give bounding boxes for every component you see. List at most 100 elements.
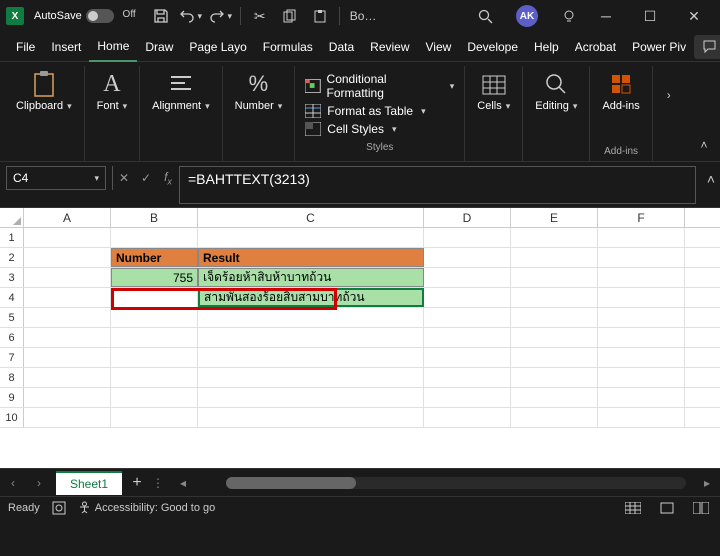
cell[interactable] [24,368,111,387]
cell[interactable] [24,248,111,267]
tab-formulas[interactable]: Formulas [255,32,321,62]
page-break-view-button[interactable] [690,499,712,517]
cell[interactable] [24,308,111,327]
cell[interactable]: Result [198,248,424,267]
tab-home[interactable]: Home [89,32,137,62]
cell[interactable] [24,388,111,407]
redo-icon[interactable]: ▾ [208,2,234,30]
sheet-prev-button[interactable]: ‹ [0,469,26,497]
row-header[interactable]: 4 [0,288,24,307]
row-header[interactable]: 8 [0,368,24,387]
cell[interactable] [511,368,598,387]
col-header-E[interactable]: E [511,208,598,227]
number-button[interactable]: % Number▾ [229,68,289,114]
cell[interactable] [598,368,685,387]
cells-button[interactable]: Cells▾ [471,68,516,114]
cell[interactable] [598,228,685,247]
maximize-button[interactable]: ☐ [630,2,670,30]
row-header[interactable]: 7 [0,348,24,367]
cell[interactable] [598,268,685,287]
cell[interactable] [511,228,598,247]
cell[interactable] [511,308,598,327]
insert-function-button[interactable]: fx [157,166,179,190]
row-header[interactable]: 9 [0,388,24,407]
cell[interactable] [598,328,685,347]
cell[interactable] [424,268,511,287]
cell[interactable] [198,408,424,427]
close-button[interactable]: ✕ [674,2,714,30]
accessibility-status[interactable]: Accessibility: Good to go [78,501,215,514]
cancel-formula-button[interactable]: ✕ [113,166,135,190]
cell[interactable] [511,268,598,287]
cell[interactable] [111,308,198,327]
row-header[interactable]: 5 [0,308,24,327]
user-avatar[interactable]: AK [516,5,538,27]
row-header[interactable]: 2 [0,248,24,267]
add-sheet-button[interactable]: + [122,474,152,492]
cell[interactable] [24,268,111,287]
cell[interactable] [198,328,424,347]
enter-formula-button[interactable]: ✓ [135,166,157,190]
cell[interactable] [598,308,685,327]
row-header[interactable]: 10 [0,408,24,427]
cell[interactable] [111,228,198,247]
cell[interactable] [111,288,198,307]
cell[interactable] [598,248,685,267]
cell[interactable] [511,328,598,347]
tab-powerpivot[interactable]: Power Piv [624,32,694,62]
cell[interactable] [511,408,598,427]
cell[interactable] [198,388,424,407]
cell[interactable] [598,408,685,427]
tab-help[interactable]: Help [526,32,567,62]
cell[interactable] [111,348,198,367]
cell[interactable] [424,408,511,427]
search-icon[interactable] [472,2,498,30]
formula-input[interactable]: =BAHTTEXT(3213) ˄ [179,166,696,204]
cell[interactable] [424,228,511,247]
tab-pagelayout[interactable]: Page Layo [181,32,254,62]
cell[interactable] [24,288,111,307]
macro-record-icon[interactable] [52,501,66,515]
cell[interactable] [424,328,511,347]
select-all-corner[interactable] [0,208,24,227]
cell[interactable] [198,308,424,327]
cell[interactable] [424,348,511,367]
cell[interactable] [24,228,111,247]
col-header-F[interactable]: F [598,208,685,227]
cell[interactable] [24,328,111,347]
cell[interactable] [424,248,511,267]
cell[interactable] [24,348,111,367]
minimize-button[interactable]: ─ [586,2,626,30]
cell[interactable] [111,388,198,407]
tab-insert[interactable]: Insert [43,32,89,62]
cell[interactable] [424,308,511,327]
tab-view[interactable]: View [418,32,460,62]
editing-button[interactable]: Editing▾ [529,68,583,114]
addins-button[interactable]: Add-ins [596,68,645,114]
row-header[interactable]: 3 [0,268,24,287]
cell[interactable]: Number [111,248,198,267]
cell[interactable] [424,368,511,387]
cell[interactable] [511,348,598,367]
hscroll-right[interactable]: ▸ [694,469,720,497]
tab-data[interactable]: Data [321,32,362,62]
horizontal-scrollbar[interactable] [226,477,686,489]
cell[interactable] [198,228,424,247]
autosave-toggle[interactable]: AutoSave [34,9,114,23]
row-header[interactable]: 1 [0,228,24,247]
format-as-table-button[interactable]: Format as Table▾ [305,104,425,118]
tab-acrobat[interactable]: Acrobat [567,32,624,62]
sheet-next-button[interactable]: › [26,469,52,497]
cell[interactable] [598,348,685,367]
paste-icon[interactable] [307,2,333,30]
cell[interactable] [111,368,198,387]
sheet-tab-active[interactable]: Sheet1 [56,471,122,495]
save-icon[interactable] [148,2,174,30]
cell[interactable] [598,388,685,407]
cut-icon[interactable]: ✂ [247,2,273,30]
tab-draw[interactable]: Draw [137,32,181,62]
cell[interactable] [511,248,598,267]
spreadsheet-grid[interactable]: A B C D E F 12NumberResult3755เจ็ดร้อยห้… [0,208,720,468]
expand-formula-icon[interactable]: ˄ [707,171,715,187]
ribbon-overflow-button[interactable]: › [659,68,677,104]
